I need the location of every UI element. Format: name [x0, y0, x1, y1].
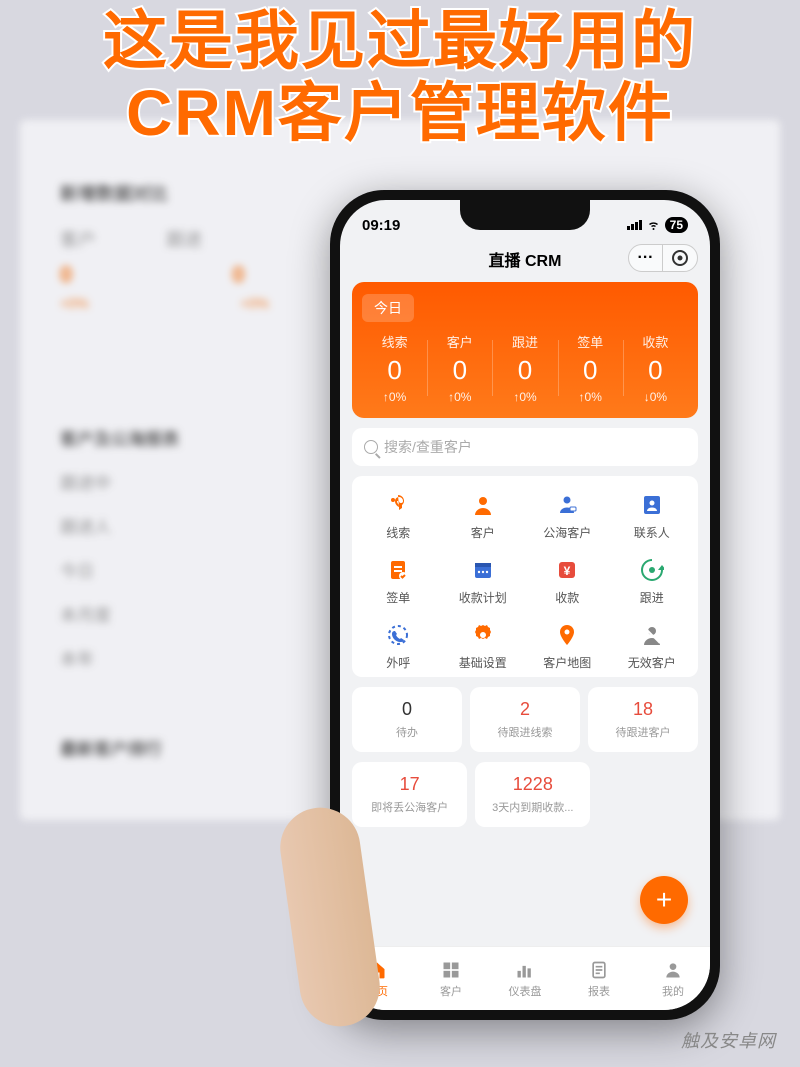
map-icon: [552, 620, 582, 650]
stat-收款[interactable]: 收款 0 ↓0%: [623, 332, 688, 404]
contact-icon: [637, 490, 667, 520]
promo-caption: 这是我见过最好用的 CRM客户管理软件: [0, 6, 800, 149]
today-chip[interactable]: 今日: [362, 294, 414, 322]
capsule-menu-icon[interactable]: ···: [629, 245, 663, 271]
grid-item-contact[interactable]: 联系人: [610, 490, 695, 541]
metric-card-4[interactable]: 1228 3天内到期收款...: [475, 762, 590, 827]
add-fab[interactable]: +: [640, 876, 688, 924]
search-input[interactable]: 搜索/查重客户: [352, 428, 698, 466]
dash-icon: [514, 959, 536, 981]
metric-card-1[interactable]: 2 待跟进线索: [470, 687, 580, 752]
stat-跟进[interactable]: 跟进 0 ↑0%: [492, 332, 557, 404]
phone-screen: 09:19 75 直播 CRM ··· 今日 线索 0 ↑0% 客户 0 ↑0%…: [340, 200, 710, 1010]
order-icon: [383, 555, 413, 585]
watermark: 触及安卓网: [681, 1027, 776, 1053]
grid-item-gear[interactable]: 基础设置: [441, 620, 526, 671]
metric-cards-row2: 17 即将丢公海客户 1228 3天内到期收款...: [352, 762, 590, 827]
wifi-icon: [646, 219, 661, 231]
grid-icon: [440, 959, 462, 981]
phone-frame: 09:19 75 直播 CRM ··· 今日 线索 0 ↑0% 客户 0 ↑0%…: [330, 190, 720, 1020]
grid-item-money[interactable]: ¥ 收款: [525, 555, 610, 606]
metric-card-0[interactable]: 0 待办: [352, 687, 462, 752]
money-icon: ¥: [552, 555, 582, 585]
search-icon: [364, 440, 378, 454]
bottom-nav: 首页 客户 仪表盘 报表 我的: [340, 946, 710, 1010]
customer-icon: [468, 490, 498, 520]
stat-签单[interactable]: 签单 0 ↑0%: [558, 332, 623, 404]
nav-grid[interactable]: 客户: [414, 947, 488, 1010]
me-icon: [662, 959, 684, 981]
search-placeholder: 搜索/查重客户: [384, 437, 472, 457]
app-title: 直播 CRM: [489, 247, 562, 271]
call-icon: [383, 620, 413, 650]
notch: [460, 200, 590, 230]
nav-report[interactable]: 报表: [562, 947, 636, 1010]
signal-icon: [627, 220, 642, 230]
grid-item-plan[interactable]: 收款计划: [441, 555, 526, 606]
lead-icon: [383, 490, 413, 520]
nav-me[interactable]: 我的: [636, 947, 710, 1010]
grid-item-call[interactable]: 外呼: [356, 620, 441, 671]
capsule-close-icon[interactable]: [663, 245, 697, 271]
metric-card-3[interactable]: 17 即将丢公海客户: [352, 762, 467, 827]
grid-item-sea[interactable]: 公海客户: [525, 490, 610, 541]
plan-icon: [468, 555, 498, 585]
grid-item-customer[interactable]: 客户: [441, 490, 526, 541]
feature-grid: 线索 客户 公海客户 联系人 签单 收款计划 ¥ 收款 跟进 外呼 基础设置 客…: [352, 476, 698, 677]
invalid-icon: [637, 620, 667, 650]
sea-icon: [552, 490, 582, 520]
gear-icon: [468, 620, 498, 650]
report-icon: [588, 959, 610, 981]
grid-item-invalid[interactable]: 无效客户: [610, 620, 695, 671]
grid-item-map[interactable]: 客户地图: [525, 620, 610, 671]
follow-icon: [637, 555, 667, 585]
svg-text:¥: ¥: [564, 564, 571, 578]
status-time: 09:19: [362, 217, 400, 234]
grid-item-order[interactable]: 签单: [356, 555, 441, 606]
battery-badge: 75: [665, 217, 688, 233]
title-bar: 直播 CRM ···: [340, 242, 710, 276]
today-stats-card: 今日 线索 0 ↑0% 客户 0 ↑0% 跟进 0 ↑0% 签单 0 ↑0% 收…: [352, 282, 698, 418]
miniprogram-capsule[interactable]: ···: [628, 244, 698, 272]
metric-cards-row1: 0 待办 2 待跟进线索 18 待跟进客户: [352, 687, 698, 752]
stat-线索[interactable]: 线索 0 ↑0%: [362, 332, 427, 404]
nav-dash[interactable]: 仪表盘: [488, 947, 562, 1010]
metric-card-2[interactable]: 18 待跟进客户: [588, 687, 698, 752]
stat-客户[interactable]: 客户 0 ↑0%: [427, 332, 492, 404]
grid-item-lead[interactable]: 线索: [356, 490, 441, 541]
grid-item-follow[interactable]: 跟进: [610, 555, 695, 606]
